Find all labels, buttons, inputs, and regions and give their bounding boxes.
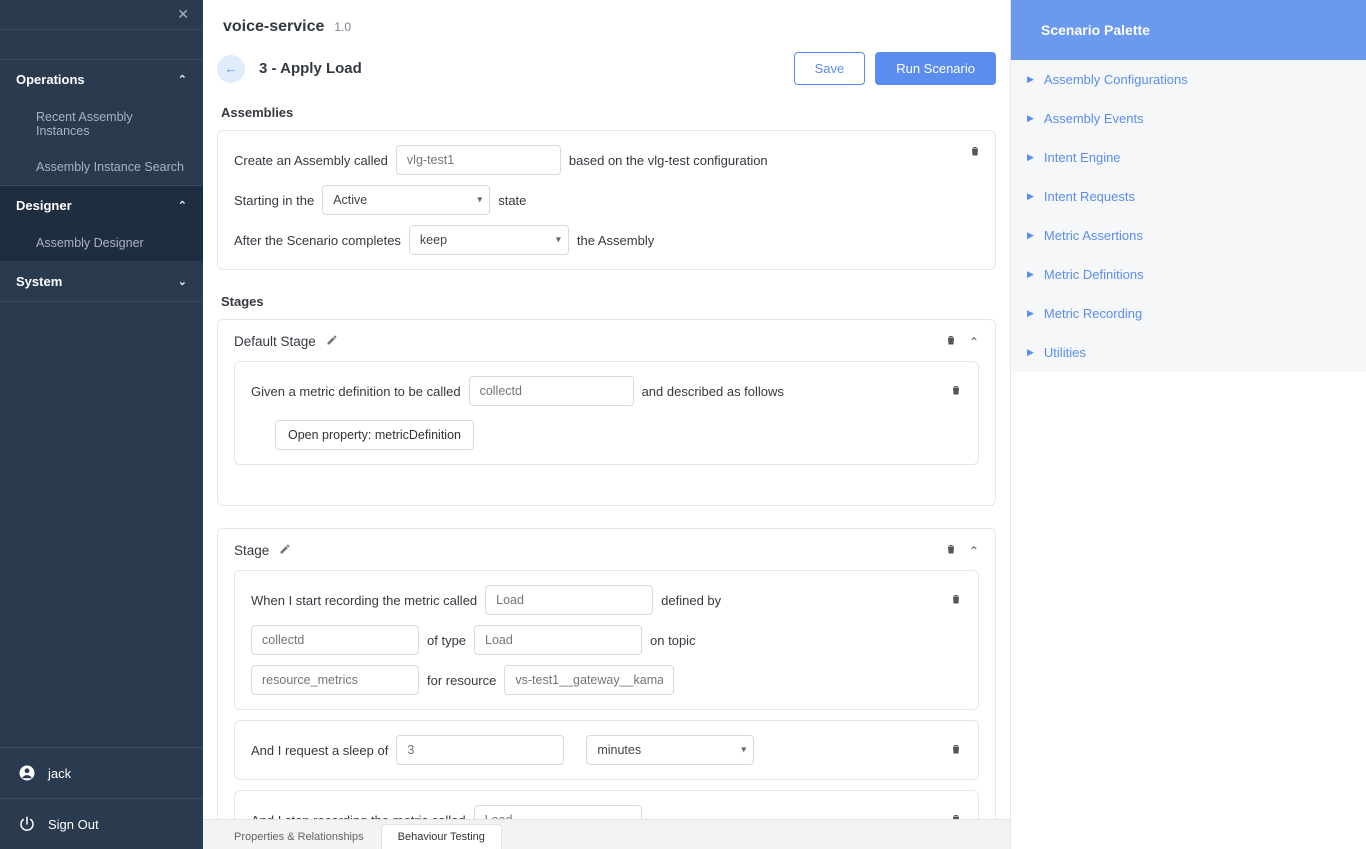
- trash-icon[interactable]: [969, 145, 981, 160]
- starting-state-select[interactable]: Active: [322, 185, 490, 215]
- caret-right-icon: ▶: [1027, 74, 1034, 85]
- service-version: 1.0: [334, 20, 351, 34]
- open-property-button[interactable]: Open property: metricDefinition: [275, 420, 474, 450]
- sidebar-item-recent-instances[interactable]: Recent Assembly Instances: [0, 99, 203, 149]
- stages-heading: Stages: [217, 292, 996, 319]
- caret-right-icon: ▶: [1027, 308, 1034, 319]
- label: of type: [427, 633, 466, 648]
- label: for resource: [427, 673, 496, 688]
- label: Create an Assembly called: [234, 153, 388, 168]
- trash-icon[interactable]: [950, 592, 962, 608]
- caret-right-icon: ▶: [1027, 113, 1034, 124]
- save-button[interactable]: Save: [794, 52, 866, 85]
- sidebar: ✕ Operations ⌃ Recent Assembly Instances…: [0, 0, 203, 849]
- sidebar-section-operations[interactable]: Operations ⌃: [0, 60, 203, 99]
- label: the Assembly: [577, 233, 654, 248]
- edit-icon[interactable]: [326, 334, 338, 349]
- label: defined by: [661, 593, 721, 608]
- label: and described as follows: [642, 384, 784, 399]
- arrow-left-icon: ←: [225, 61, 238, 76]
- caret-right-icon: ▶: [1027, 269, 1034, 280]
- trash-icon[interactable]: [945, 543, 957, 558]
- step-card: And I request a sleep of minutes: [234, 720, 979, 780]
- label: on topic: [650, 633, 696, 648]
- stage-card: Default Stage ⌃ Given a metric definitio…: [217, 319, 996, 506]
- bottom-tabs: Properties & Relationships Behaviour Tes…: [203, 819, 1010, 849]
- label: based on the vlg-test configuration: [569, 153, 768, 168]
- sidebar-section-designer[interactable]: Designer ⌃: [0, 186, 203, 225]
- label: And I request a sleep of: [251, 743, 388, 758]
- resource-input[interactable]: [504, 665, 674, 695]
- close-icon[interactable]: ✕: [177, 6, 189, 23]
- section-label: System: [16, 274, 62, 289]
- run-button[interactable]: Run Scenario: [875, 52, 996, 85]
- trash-icon[interactable]: [950, 383, 962, 399]
- palette-item-intent-engine[interactable]: ▶Intent Engine: [1011, 138, 1366, 177]
- sidebar-item-assembly-designer[interactable]: Assembly Designer: [0, 225, 203, 261]
- service-name: voice-service: [223, 18, 324, 36]
- palette-item-assembly-events[interactable]: ▶Assembly Events: [1011, 99, 1366, 138]
- label: When I start recording the metric called: [251, 593, 477, 608]
- defined-by-input[interactable]: [251, 625, 419, 655]
- chevron-up-icon: ⌃: [178, 199, 187, 212]
- palette-title: Scenario Palette: [1011, 0, 1366, 60]
- caret-right-icon: ▶: [1027, 191, 1034, 202]
- caret-right-icon: ▶: [1027, 152, 1034, 163]
- metric-def-name-input[interactable]: [469, 376, 634, 406]
- section-label: Designer: [16, 198, 72, 213]
- step-card: Given a metric definition to be called a…: [234, 361, 979, 465]
- label: Starting in the: [234, 193, 314, 208]
- after-complete-select[interactable]: keep: [409, 225, 569, 255]
- label: After the Scenario completes: [234, 233, 401, 248]
- page-title: 3 - Apply Load: [259, 60, 362, 77]
- assembly-name-input[interactable]: [396, 145, 561, 175]
- caret-right-icon: ▶: [1027, 230, 1034, 241]
- trash-icon[interactable]: [945, 334, 957, 349]
- chevron-down-icon: ⌄: [178, 275, 187, 288]
- assemblies-heading: Assemblies: [217, 103, 996, 130]
- palette-item-metric-recording[interactable]: ▶Metric Recording: [1011, 294, 1366, 333]
- stop-metric-input[interactable]: [474, 805, 642, 819]
- palette-list: ▶Assembly Configurations ▶Assembly Event…: [1011, 60, 1366, 372]
- assemblies-card: Create an Assembly called based on the v…: [217, 130, 996, 270]
- tab-properties[interactable]: Properties & Relationships: [217, 824, 381, 849]
- metric-type-input[interactable]: [474, 625, 642, 655]
- sidebar-item-instance-search[interactable]: Assembly Instance Search: [0, 149, 203, 185]
- trash-icon[interactable]: [950, 812, 962, 819]
- chevron-up-icon: ⌃: [178, 73, 187, 86]
- user-icon: [18, 764, 36, 782]
- stage-card: Stage ⌃ When I start recording the metri…: [217, 528, 996, 819]
- palette-item-utilities[interactable]: ▶Utilities: [1011, 333, 1366, 372]
- palette-item-metric-definitions[interactable]: ▶Metric Definitions: [1011, 255, 1366, 294]
- sidebar-user[interactable]: jack: [0, 747, 203, 798]
- power-icon: [18, 815, 36, 833]
- topic-input[interactable]: [251, 665, 419, 695]
- sidebar-signout[interactable]: Sign Out: [0, 798, 203, 849]
- collapse-icon[interactable]: ⌃: [969, 335, 979, 349]
- main: voice-service 1.0 ← 3 - Apply Load Save …: [203, 0, 1010, 849]
- section-label: Operations: [16, 72, 85, 87]
- user-name: jack: [48, 766, 71, 781]
- edit-icon[interactable]: [279, 543, 291, 558]
- right-panel: Scenario Palette ▶Assembly Configuration…: [1010, 0, 1366, 849]
- palette-item-intent-requests[interactable]: ▶Intent Requests: [1011, 177, 1366, 216]
- back-button[interactable]: ←: [217, 55, 245, 83]
- palette-item-assembly-configurations[interactable]: ▶Assembly Configurations: [1011, 60, 1366, 99]
- collapse-icon[interactable]: ⌃: [969, 544, 979, 558]
- sidebar-section-system[interactable]: System ⌄: [0, 262, 203, 301]
- step-card: And I stop recording the metric called: [234, 790, 979, 819]
- caret-right-icon: ▶: [1027, 347, 1034, 358]
- stage-title: Stage: [234, 543, 269, 558]
- palette-item-metric-assertions[interactable]: ▶Metric Assertions: [1011, 216, 1366, 255]
- trash-icon[interactable]: [950, 742, 962, 758]
- sleep-unit-select[interactable]: minutes: [586, 735, 754, 765]
- label: state: [498, 193, 526, 208]
- tab-behaviour[interactable]: Behaviour Testing: [381, 824, 502, 849]
- stage-title: Default Stage: [234, 334, 316, 349]
- step-card: When I start recording the metric called…: [234, 570, 979, 710]
- signout-label: Sign Out: [48, 817, 99, 832]
- metric-name-input[interactable]: [485, 585, 653, 615]
- sleep-value-input[interactable]: [396, 735, 564, 765]
- label: Given a metric definition to be called: [251, 384, 461, 399]
